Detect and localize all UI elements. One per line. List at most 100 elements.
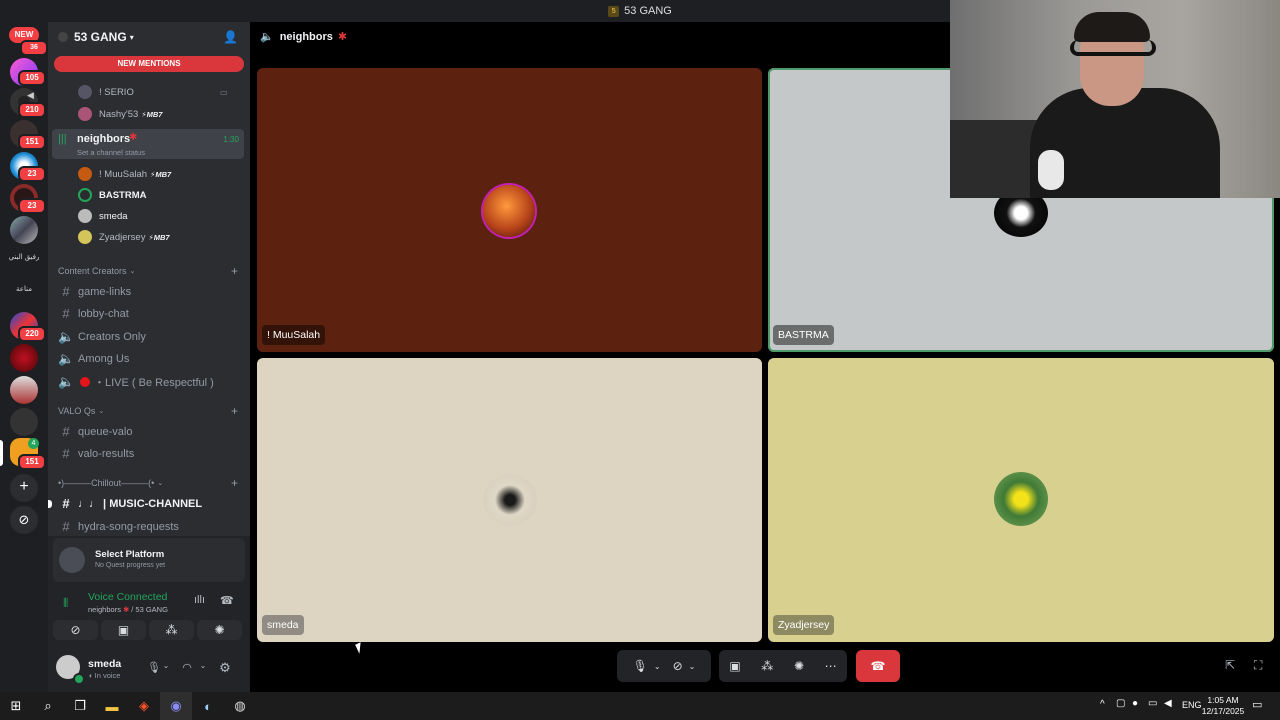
chevron-down-icon[interactable]: ⌄	[161, 661, 171, 670]
voice-user[interactable]: ! SERIO ▭	[78, 85, 228, 99]
server-icon[interactable]	[10, 216, 38, 244]
voice-user[interactable]: ! MuuSalah ⚡MB7	[78, 167, 171, 181]
user-panel: Select Platform No Quest progress yet ⦀ …	[48, 536, 250, 692]
live-dot-icon	[80, 377, 90, 387]
quest-title: Select Platform	[95, 549, 165, 560]
channel-game-links[interactable]: # game-links	[58, 284, 131, 299]
soundboard-icon[interactable]: ✺	[794, 659, 804, 673]
headphones-shape	[1070, 40, 1156, 56]
task-view-icon[interactable]: ❐	[64, 692, 96, 720]
language-indicator[interactable]: ENG	[1182, 700, 1202, 710]
headphones-icon[interactable]: ◠	[176, 661, 198, 674]
avatar	[78, 188, 92, 202]
disconnect-button[interactable]: ☎	[856, 650, 900, 682]
category-valo-qs[interactable]: VALO Qs ⌄	[58, 406, 104, 416]
channel-hydra-song-requests[interactable]: # hydra-song-requests	[58, 519, 179, 534]
steam-icon[interactable]: ◐	[192, 692, 224, 720]
camera-off-icon[interactable]: ⊘	[673, 659, 683, 673]
new-mentions-button[interactable]: NEW MENTIONS	[54, 56, 244, 72]
unread-badge: 23	[18, 166, 46, 182]
windows-taskbar: ⊞ ⌕ ❐ ▬ ◈ ◉ ◐ ◍ ^ ▢ ● ▭ ◀ ENG 1:05 AM 12…	[0, 692, 1280, 720]
clock-time: 1:05 AM	[1207, 695, 1239, 705]
plus-icon[interactable]: +	[10, 474, 38, 502]
screen-share-icon[interactable]: ▣	[729, 659, 740, 673]
chevron-down-icon[interactable]: ⌄	[198, 661, 208, 670]
participant-tile-smeda[interactable]: smeda	[257, 358, 762, 642]
share-screen-button[interactable]: ▣	[101, 620, 146, 640]
discord-icon[interactable]: ◉	[160, 692, 192, 720]
clock[interactable]: 1:05 AM 12/17/2025	[1200, 695, 1246, 717]
activity-group: ▣ ⁂ ✺ ⋯	[719, 650, 847, 682]
active-voice-channel[interactable]: ||| neighbors ✱ 1:30 Set a channel statu…	[52, 129, 244, 159]
add-channel-icon[interactable]: +	[231, 404, 238, 418]
network-icon[interactable]: ▭	[1148, 698, 1157, 709]
channel-lobby-chat[interactable]: # lobby-chat	[58, 306, 128, 321]
voice-user[interactable]: Zyadjersey ⚡MB7	[78, 230, 170, 244]
activities-button[interactable]: ⁂	[149, 620, 194, 640]
search-icon[interactable]: ⌕	[32, 692, 64, 720]
chevron-down-icon[interactable]: ⌄	[689, 662, 696, 671]
volume-icon[interactable]: ◀	[1164, 698, 1172, 709]
server-header[interactable]: 53 GANG ▾ 👤	[48, 22, 250, 52]
compass-icon[interactable]: ⊘	[10, 506, 38, 534]
activities-icon[interactable]: ⁂	[761, 659, 773, 673]
server-icon[interactable]	[10, 344, 38, 372]
soundboard-button[interactable]: ✺	[197, 620, 242, 640]
channel-valo-results[interactable]: # valo-results	[58, 446, 134, 461]
add-channel-icon[interactable]: +	[231, 264, 238, 278]
app-icon[interactable]: ◍	[224, 692, 256, 720]
tray-icon[interactable]: ▢	[1116, 698, 1125, 709]
channel-live[interactable]: 🔈 ・LIVE ( Be Respectful )	[58, 374, 214, 390]
voice-connected-label[interactable]: Voice Connected	[88, 591, 167, 603]
avatar	[483, 474, 537, 526]
voice-active-icon: |||	[58, 133, 67, 145]
channel-among-us[interactable]: 🔈 Among Us	[58, 351, 129, 367]
microphone-icon[interactable]: 🎙	[633, 659, 648, 673]
voice-user[interactable]: BASTRMA	[78, 188, 147, 202]
unread-badge: 23	[18, 198, 46, 214]
participant-tile-zyadjersey[interactable]: Zyadjersey	[768, 358, 1274, 642]
notification-icon[interactable]: ▭	[1252, 698, 1262, 711]
voice-connected-channel[interactable]: neighbors ✱/ 53 GANG	[88, 605, 168, 614]
file-explorer-icon[interactable]: ▬	[96, 692, 128, 720]
server-name-text[interactable]: مناعة	[6, 285, 42, 293]
signal-icon: ⦀	[63, 596, 69, 610]
windows-start-icon[interactable]: ⊞	[0, 692, 32, 720]
fullscreen-icon[interactable]: ⛶	[1254, 658, 1262, 673]
quest-card[interactable]: Select Platform No Quest progress yet	[53, 538, 245, 582]
channel-music[interactable]: # ♩♩ | MUSIC-CHANNEL	[58, 496, 202, 511]
voice-user-name: smeda	[99, 210, 128, 222]
brave-browser-icon[interactable]: ◈	[128, 692, 160, 720]
hashtag-icon: #	[62, 446, 70, 461]
more-icon[interactable]: ⋯	[825, 659, 837, 673]
participant-name: smeda	[262, 615, 304, 635]
unread-badge: 210	[18, 102, 46, 118]
voice-user[interactable]: smeda	[78, 209, 128, 223]
hashtag-icon: #	[62, 284, 70, 299]
category-content-creators[interactable]: Content Creators ⌄	[58, 266, 135, 276]
disconnect-icon[interactable]: ☎	[220, 594, 234, 607]
category-chillout[interactable]: •)———Chillout———(• ⌄	[58, 478, 163, 488]
server-icon[interactable]	[10, 408, 38, 436]
server-icon[interactable]	[10, 376, 38, 404]
chevron-up-icon[interactable]: ^	[1100, 699, 1105, 710]
channel-queue-valo[interactable]: # queue-valo	[58, 424, 132, 439]
gear-icon[interactable]: ⚙	[214, 660, 236, 676]
server-name-text[interactable]: رفيق البني	[6, 253, 42, 261]
channel-status[interactable]: Set a channel status	[77, 148, 145, 157]
window-title: 53 GANG	[624, 5, 672, 17]
popout-icon[interactable]: ⇱	[1225, 658, 1235, 672]
chevron-down-icon[interactable]: ⌄	[654, 662, 661, 671]
noise-suppression-icon[interactable]: ıllı	[194, 594, 205, 606]
screen-share-icon: ▣	[117, 623, 130, 637]
username[interactable]: smeda	[88, 658, 121, 670]
add-user-icon[interactable]: 👤	[223, 30, 238, 44]
camera-off-button[interactable]: ⊘	[53, 620, 98, 640]
microphone-shape	[1038, 150, 1064, 190]
avatar	[483, 185, 535, 237]
microphone-icon[interactable]: ●	[1132, 698, 1138, 709]
channel-creators-only[interactable]: 🔈 Creators Only	[58, 329, 146, 345]
add-channel-icon[interactable]: +	[231, 476, 238, 490]
participant-tile-muusalah[interactable]: ! MuuSalah	[257, 68, 762, 352]
voice-user[interactable]: Nashy'53 ⚡MB7	[78, 107, 162, 121]
